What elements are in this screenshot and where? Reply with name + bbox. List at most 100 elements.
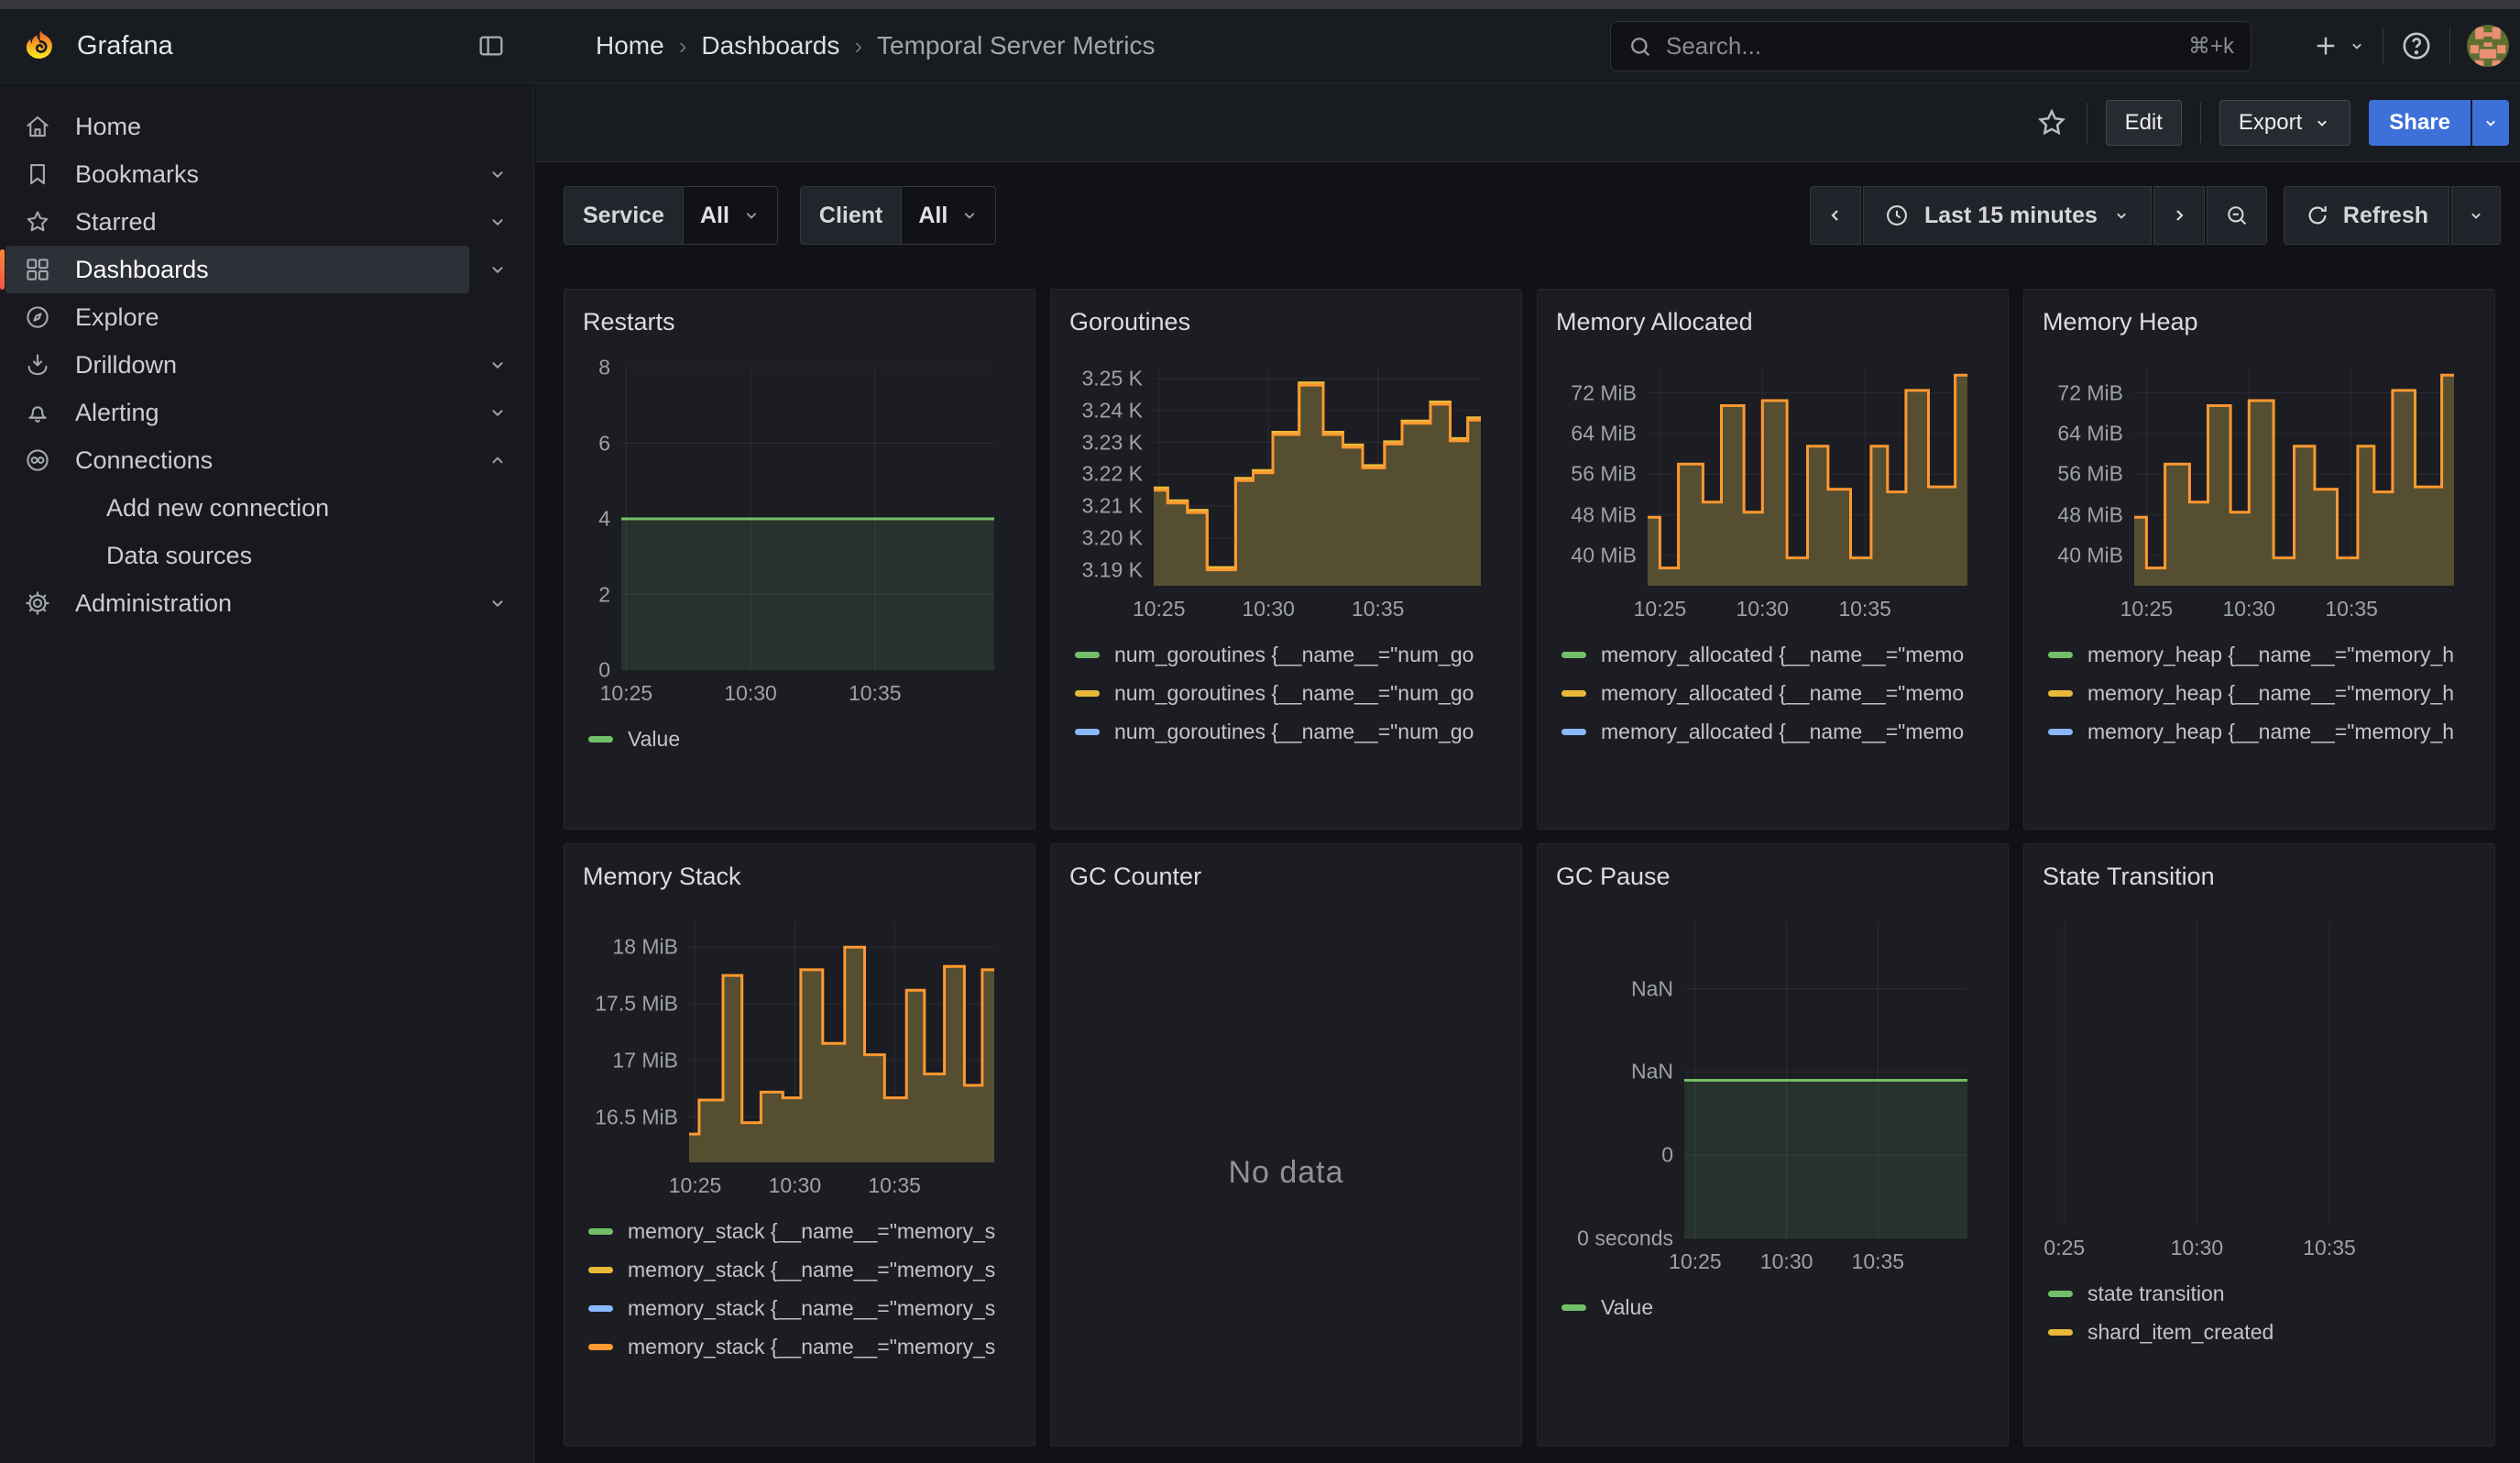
legend-item[interactable]: Value xyxy=(1561,1288,1989,1326)
legend-item[interactable]: state transition xyxy=(2048,1274,2476,1313)
x-axis-tick: 10:35 xyxy=(2303,1236,2356,1260)
plot-region[interactable] xyxy=(1684,922,1967,1238)
panel-title[interactable]: GC Pause xyxy=(1556,863,1989,891)
legend-swatch xyxy=(2048,1291,2073,1297)
user-avatar[interactable] xyxy=(2467,25,2509,67)
legend-item[interactable]: memory_stack {__name__="memory_s xyxy=(588,1289,1016,1327)
legend-item[interactable]: memory_allocated {__name__="memo xyxy=(1561,751,1989,762)
time-range-forward-button[interactable] xyxy=(2153,186,2205,245)
sidebar-item-add-new-connection: Add new connection xyxy=(5,484,526,532)
time-range-back-button[interactable] xyxy=(1810,186,1861,245)
plus-icon xyxy=(2311,31,2340,60)
breadcrumb-item-dashboards[interactable]: Dashboards xyxy=(701,31,839,60)
legend-label: memory_allocated {__name__="memo xyxy=(1601,758,1964,763)
plot-region[interactable] xyxy=(2134,368,2454,586)
legend-item[interactable]: memory_stack {__name__="memory_s xyxy=(588,1250,1016,1289)
help-button[interactable] xyxy=(2400,29,2433,62)
legend-item[interactable]: memory_allocated {__name__="memo xyxy=(1561,712,1989,751)
legend-label: memory_allocated {__name__="memo xyxy=(1601,643,1964,667)
question-circle-icon xyxy=(2400,29,2433,62)
refresh-interval-button[interactable] xyxy=(2451,186,2501,245)
filter-value-dropdown[interactable]: All xyxy=(901,187,995,244)
sidebar-item-label: Connections xyxy=(75,446,213,475)
plot-region[interactable] xyxy=(1154,368,1481,586)
legend-item[interactable]: Value xyxy=(588,720,1016,758)
sidebar-item-alerting: Alerting xyxy=(5,389,526,436)
x-axis-tick: 10:25 xyxy=(1634,597,1687,622)
y-axis-labels: 72 MiB64 MiB56 MiB48 MiB40 MiB xyxy=(1556,368,1648,586)
y-axis-labels: 72 MiB64 MiB56 MiB48 MiB40 MiB xyxy=(2043,368,2134,586)
chevron-down-icon[interactable] xyxy=(469,355,526,375)
plot-region[interactable] xyxy=(621,368,994,670)
share-menu-button[interactable] xyxy=(2472,100,2509,146)
plot-region[interactable] xyxy=(2059,922,2454,1225)
grafana-logo[interactable] xyxy=(22,28,59,64)
search-input[interactable] xyxy=(1666,32,2175,60)
panel-title[interactable]: GC Counter xyxy=(1069,863,1503,891)
plot-region[interactable] xyxy=(1648,368,1967,586)
legend-item[interactable]: num_goroutines {__name__="num_go xyxy=(1075,751,1503,762)
x-axis-tick: 10:35 xyxy=(849,681,902,706)
chart-area xyxy=(2043,922,2476,1225)
panel-memory-stack: Memory Stack18 MiB17.5 MiB17 MiB16.5 MiB… xyxy=(564,843,1035,1446)
legend-item[interactable]: memory_stack {__name__="memory_s xyxy=(588,1212,1016,1250)
chevron-up-icon[interactable] xyxy=(469,450,526,470)
time-range-picker[interactable]: Last 15 minutes xyxy=(1863,186,2152,245)
chevron-down-icon[interactable] xyxy=(469,212,526,232)
edit-button[interactable]: Edit xyxy=(2106,100,2182,146)
panel-title[interactable]: Restarts xyxy=(583,308,1016,336)
legend-item[interactable]: memory_heap {__name__="memory_h xyxy=(2048,674,2476,712)
y-axis-tick: 3.22 K xyxy=(1082,462,1144,487)
zoom-out-time-button[interactable] xyxy=(2207,186,2267,245)
panel-title[interactable]: Memory Allocated xyxy=(1556,308,1989,336)
panel-title[interactable]: Goroutines xyxy=(1069,308,1503,336)
share-button[interactable]: Share xyxy=(2369,100,2471,146)
legend-item[interactable]: memory_stack {__name__="memory_s xyxy=(588,1327,1016,1366)
legend: memory_stack {__name__="memory_smemory_s… xyxy=(583,1212,1016,1366)
breadcrumb-item-home[interactable]: Home xyxy=(596,31,664,60)
legend-item[interactable]: memory_heap {__name__="memory_h xyxy=(2048,635,2476,674)
legend-item[interactable]: memory_heap {__name__="memory_h xyxy=(2048,751,2476,762)
chevron-down-icon xyxy=(2467,206,2485,225)
refresh-button[interactable]: Refresh xyxy=(2284,186,2449,245)
chevron-down-icon[interactable] xyxy=(469,164,526,184)
panel-title[interactable]: Memory Stack xyxy=(583,863,1016,891)
legend-item[interactable]: memory_allocated {__name__="memo xyxy=(1561,635,1989,674)
star-dashboard-button[interactable] xyxy=(2035,106,2068,139)
legend-item[interactable]: num_goroutines {__name__="num_go xyxy=(1075,712,1503,751)
export-button[interactable]: Export xyxy=(2219,100,2350,146)
panel-title[interactable]: Memory Heap xyxy=(2043,308,2476,336)
legend-label: memory_stack {__name__="memory_s xyxy=(628,1335,995,1359)
variable-filters: ServiceAllClientAll xyxy=(564,186,996,245)
plot-region[interactable] xyxy=(689,922,994,1162)
filter-value-dropdown[interactable]: All xyxy=(683,187,777,244)
y-axis-tick: NaN xyxy=(1631,976,1673,1001)
x-axis-labels: 10:2510:3010:35 xyxy=(1556,586,1989,622)
panel-title[interactable]: State Transition xyxy=(2043,863,2476,891)
legend-label: num_goroutines {__name__="num_go xyxy=(1114,643,1474,667)
sidebar-item-label: Home xyxy=(75,113,141,141)
x-axis-tick: 10:25 xyxy=(669,1173,722,1198)
legend-swatch xyxy=(1075,690,1100,697)
y-axis-tick: 64 MiB xyxy=(2057,422,2123,446)
chevron-down-icon[interactable] xyxy=(469,259,526,280)
legend-item[interactable]: shard_item_created xyxy=(2048,1313,2476,1351)
legend-item[interactable]: num_goroutines {__name__="num_go xyxy=(1075,635,1503,674)
chart-svg xyxy=(621,368,994,670)
chevron-down-icon[interactable] xyxy=(469,402,526,423)
panel-memory-heap: Memory Heap 72 MiB64 MiB56 MiB48 MiB40 Mi… xyxy=(2023,289,2495,830)
search-box[interactable]: ⌘+k xyxy=(1610,21,2252,72)
legend-item[interactable]: memory_allocated {__name__="memo xyxy=(1561,674,1989,712)
chart-area: 3.25 K3.24 K3.23 K3.22 K3.21 K3.20 K3.19… xyxy=(1069,368,1503,586)
legend-item[interactable]: memory_heap {__name__="memory_h xyxy=(2048,712,2476,751)
new-menu-button[interactable] xyxy=(2311,31,2366,60)
chevDown-icon xyxy=(488,212,508,232)
chevron-down-icon[interactable] xyxy=(469,593,526,613)
y-axis-labels: 3.25 K3.24 K3.23 K3.22 K3.21 K3.20 K3.19… xyxy=(1069,368,1154,586)
legend-label: memory_heap {__name__="memory_h xyxy=(2087,681,2454,706)
sidebar-toggle-button[interactable] xyxy=(477,29,513,62)
chevDown-icon xyxy=(742,206,761,225)
legend-item[interactable]: num_goroutines {__name__="num_go xyxy=(1075,674,1503,712)
clock-icon xyxy=(1884,203,1910,228)
legend-swatch xyxy=(1561,652,1586,658)
